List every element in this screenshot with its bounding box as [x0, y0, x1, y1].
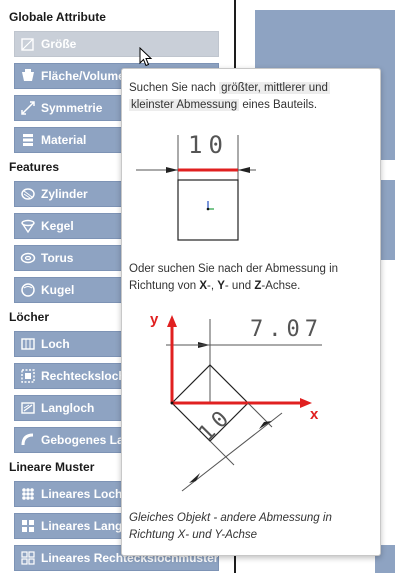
- section-global-attributes: Globale Attribute: [9, 10, 106, 24]
- rect-hole-icon: [20, 368, 36, 384]
- tooltip-axis-text: Oder suchen Sie nach der Abmessung in Ri…: [129, 261, 338, 295]
- symmetry-button-label: Symmetrie: [41, 101, 103, 115]
- area-volume-button-label: Fläche/Volumen: [41, 69, 133, 83]
- tooltip-highlight-1: größter, mittlerer und: [219, 82, 330, 94]
- axis-end: -Achse.: [261, 280, 301, 292]
- viewport-block-mid: [380, 180, 395, 260]
- slot-pattern-icon: [20, 518, 36, 534]
- tooltip-intro-end: eines Bauteils.: [242, 99, 318, 111]
- slot-button-label: Langloch: [41, 401, 95, 415]
- tooltip-caption-line2: Richtung X- und Y-Achse: [129, 529, 258, 541]
- dimension-label-7-07: 7.07: [250, 317, 323, 342]
- size-tooltip: Suchen Sie nach größter, mittlerer und k…: [121, 68, 381, 556]
- axis-y-label: y: [150, 311, 159, 328]
- size-button[interactable]: Größe: [14, 31, 219, 57]
- mouse-cursor-icon: [139, 47, 153, 67]
- cone-icon: [20, 218, 36, 234]
- material-icon: [20, 132, 36, 148]
- hole-icon: [20, 336, 36, 352]
- tooltip-caption: Gleiches Objekt - andere Abmessung in Ri…: [129, 510, 332, 544]
- tooltip-highlight-2: kleinster Abmessung: [129, 99, 240, 111]
- cylinder-icon: [20, 186, 36, 202]
- hole-button-label: Loch: [41, 337, 70, 351]
- rect-hole-button-label: Rechtecksloch: [41, 369, 126, 383]
- hole-pattern-icon: [20, 486, 36, 502]
- tooltip-axis-line1: Oder suchen Sie nach der Abmessung in: [129, 263, 339, 275]
- material-button-label: Material: [41, 133, 87, 147]
- tooltip-axis-line2a: Richtung von: [129, 280, 197, 292]
- axis-y-letter: Y: [217, 280, 225, 292]
- curved-slot-icon: [20, 432, 36, 448]
- cylinder-button-label: Zylinder: [41, 187, 88, 201]
- sphere-button-label: Kugel: [41, 283, 75, 297]
- section-linear-patterns: Lineare Muster: [9, 460, 95, 474]
- rect-pattern-icon: [20, 550, 36, 566]
- size-button-label: Größe: [41, 37, 77, 51]
- area-volume-icon: [20, 68, 36, 84]
- symmetry-icon: [20, 100, 36, 116]
- section-features: Features: [9, 160, 60, 174]
- torus-button-label: Torus: [41, 251, 74, 265]
- sphere-icon: [20, 282, 36, 298]
- tooltip-intro: Suchen Sie nach größter, mittlerer und k…: [129, 80, 330, 114]
- size-diagram-square: [136, 135, 256, 241]
- section-holes: Löcher: [9, 310, 50, 324]
- size-icon: [20, 36, 36, 52]
- tooltip-caption-line1: Gleiches Objekt - andere Abmessung in: [129, 512, 332, 524]
- torus-icon: [20, 250, 36, 266]
- axis-x-letter: X: [199, 280, 207, 292]
- dimension-label-10: 10: [188, 131, 229, 159]
- tooltip-intro-text: Suchen Sie nach: [129, 82, 216, 94]
- axis-x-label: x: [310, 406, 319, 423]
- axis-sep-1: -,: [207, 280, 215, 292]
- axis-sep-2: - und: [224, 280, 252, 292]
- slot-icon: [20, 400, 36, 416]
- cone-button-label: Kegel: [41, 219, 74, 233]
